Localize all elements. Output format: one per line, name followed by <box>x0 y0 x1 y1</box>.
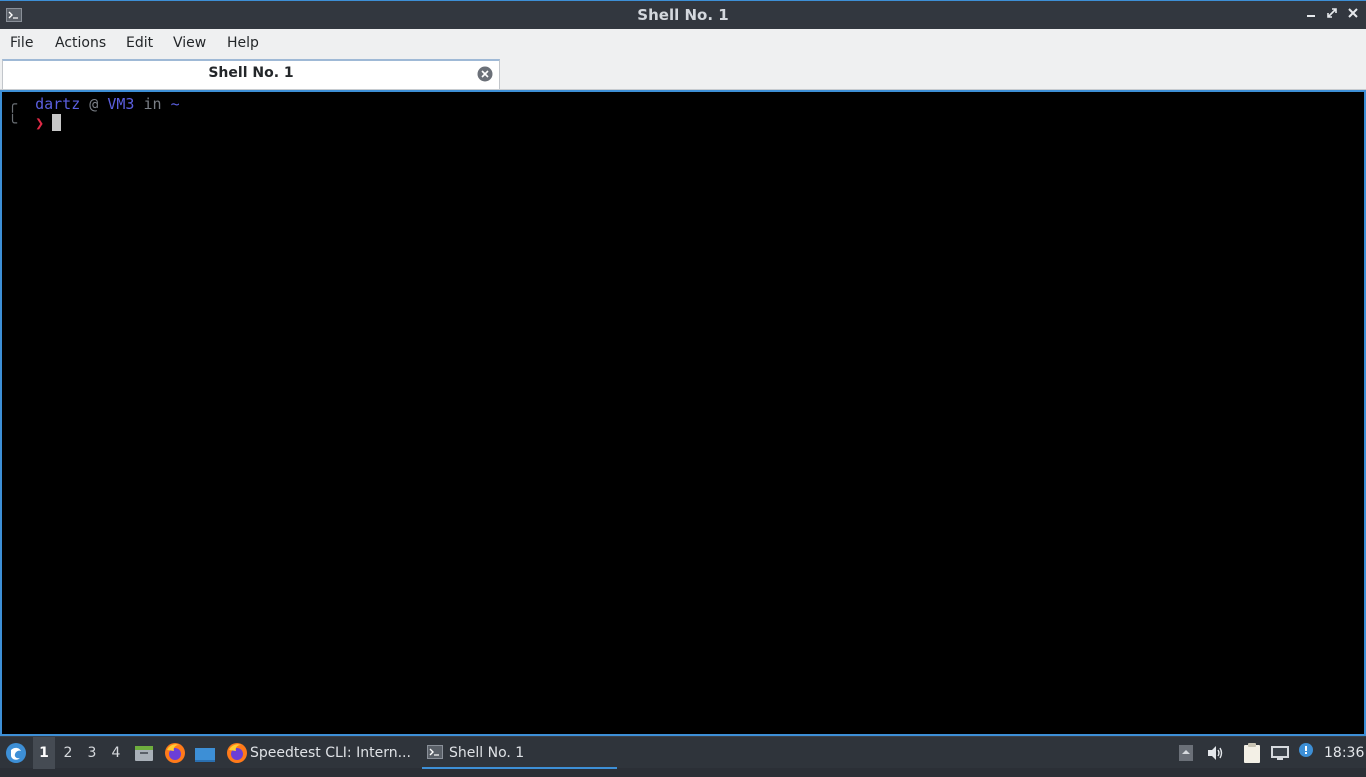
prompt-host: VM3 <box>107 95 135 113</box>
file-manager-icon[interactable] <box>134 743 154 763</box>
minimize-button[interactable] <box>1303 7 1319 23</box>
workspace-4[interactable]: 4 <box>105 737 127 769</box>
workspace-3[interactable]: 3 <box>81 737 103 769</box>
text-cursor <box>52 114 62 131</box>
menu-help[interactable]: Help <box>227 29 259 57</box>
task-label: Shell No. 1 <box>449 745 525 761</box>
network-icon[interactable] <box>1269 743 1291 763</box>
window-titlebar[interactable]: Shell No. 1 <box>0 0 1366 29</box>
prompt-user: dartz <box>35 95 81 113</box>
prompt-line-2: ╰ ❯ <box>8 114 62 133</box>
clipboard-icon[interactable] <box>1242 742 1262 764</box>
close-tab-icon[interactable] <box>477 66 493 82</box>
prompt-in: in <box>143 95 162 113</box>
task-label: Speedtest CLI: Intern... <box>250 745 411 761</box>
tab-label: Shell No. 1 <box>208 65 294 81</box>
tab-shell-no-1[interactable]: Shell No. 1 <box>2 59 500 89</box>
desktop-icon[interactable] <box>194 744 216 764</box>
workspace-2[interactable]: 2 <box>57 737 79 769</box>
firefox-launcher-icon[interactable] <box>164 742 186 764</box>
window-title: Shell No. 1 <box>637 6 729 24</box>
maximize-button[interactable] <box>1324 7 1340 23</box>
terminal-icon <box>427 745 443 759</box>
prompt-line-1: ╭ dartz @ VM3 in ~ <box>8 95 180 114</box>
tray-expand-icon[interactable] <box>1178 743 1194 763</box>
prompt-bracket-bottom: ╰ <box>8 114 18 132</box>
start-menu-icon[interactable] <box>4 741 28 765</box>
menu-view[interactable]: View <box>173 29 206 57</box>
menu-file[interactable]: File <box>10 29 33 57</box>
firefox-icon <box>226 742 248 764</box>
prompt-arrow-icon: ❯ <box>35 114 45 132</box>
menu-bar: File Actions Edit View Help <box>0 29 1366 57</box>
menu-actions[interactable]: Actions <box>55 29 106 57</box>
close-window-button[interactable] <box>1345 7 1361 23</box>
clock[interactable]: 18:36 <box>1324 737 1364 769</box>
task-speedtest[interactable]: Speedtest CLI: Intern... <box>224 737 414 769</box>
prompt-cwd: ~ <box>170 95 180 113</box>
taskbar: 1 2 3 4 Speedtest CLI: Intern... Shell N… <box>0 736 1366 769</box>
prompt-at: @ <box>89 95 99 113</box>
terminal-output[interactable]: ╭ dartz @ VM3 in ~ ╰ ❯ <box>0 90 1366 736</box>
volume-icon[interactable] <box>1205 743 1225 763</box>
tab-bar: Shell No. 1 <box>0 57 1366 90</box>
notification-icon[interactable] <box>1297 742 1315 764</box>
workspace-1[interactable]: 1 <box>33 737 55 769</box>
menu-edit[interactable]: Edit <box>126 29 153 57</box>
prompt-bracket-top: ╭ <box>8 95 18 113</box>
task-shell-no-1[interactable]: Shell No. 1 <box>422 737 617 769</box>
